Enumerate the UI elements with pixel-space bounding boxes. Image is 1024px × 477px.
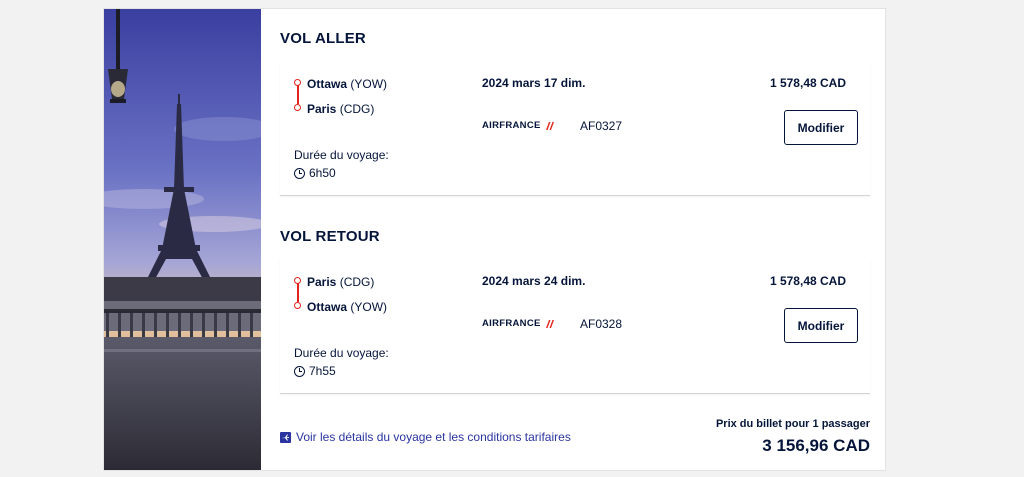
return-modify-button[interactable]: Modifier xyxy=(784,308,858,343)
outbound-duration: 6h50 xyxy=(294,166,336,180)
outbound-price: 1 578,48 CAD xyxy=(769,76,846,90)
trip-summary-card: VOL ALLER Ottawa (YOW) Paris (CDG) 2024 … xyxy=(103,8,886,471)
total-price-label: Prix du billet pour 1 passager xyxy=(715,418,870,430)
return-title: VOL RETOUR xyxy=(280,228,380,245)
clock-icon xyxy=(294,167,305,179)
return-airline: AIRFRANCE xyxy=(482,318,554,329)
return-duration-label: Durée du voyage: xyxy=(294,346,389,360)
total-price: 3 156,96 CAD xyxy=(762,436,870,455)
return-price: 1 578,48 CAD xyxy=(769,274,846,288)
outbound-origin: Ottawa (YOW) xyxy=(307,77,388,91)
return-date: 2024 mars 24 dim. xyxy=(482,274,586,288)
plane-info-icon xyxy=(280,431,291,443)
trip-details-link[interactable]: Voir les détails du voyage et les condit… xyxy=(280,430,571,444)
return-route: Paris (CDG) Ottawa (YOW) xyxy=(294,275,464,325)
clock-icon xyxy=(294,365,305,377)
outbound-airline: AIRFRANCE xyxy=(482,120,554,131)
outbound-duration-label: Durée du voyage: xyxy=(294,148,389,162)
flight-details: VOL ALLER Ottawa (YOW) Paris (CDG) 2024 … xyxy=(280,9,870,470)
route-line xyxy=(297,85,299,104)
airfrance-logo-icon: AIRFRANCE xyxy=(482,120,541,131)
outbound-date: 2024 mars 17 dim. xyxy=(482,76,586,90)
route-destination-icon xyxy=(294,104,301,111)
outbound-modify-button[interactable]: Modifier xyxy=(784,110,858,145)
outbound-duration-value: 6h50 xyxy=(309,166,336,180)
outbound-destination: Paris (CDG) xyxy=(307,102,375,116)
outbound-route: Ottawa (YOW) Paris (CDG) xyxy=(294,77,464,127)
return-origin: Paris (CDG) xyxy=(307,275,375,289)
route-line xyxy=(297,283,299,302)
outbound-title: VOL ALLER xyxy=(280,30,366,47)
airfrance-logo-icon: AIRFRANCE xyxy=(482,318,541,329)
return-flight-box: Paris (CDG) Ottawa (YOW) 2024 mars 24 di… xyxy=(280,259,870,394)
outbound-flight-number: AF0327 xyxy=(580,119,623,133)
airfrance-stripes-icon xyxy=(545,121,554,130)
return-duration-value: 7h55 xyxy=(309,364,336,378)
return-flight-number: AF0328 xyxy=(580,317,623,331)
outbound-flight-box: Ottawa (YOW) Paris (CDG) 2024 mars 17 di… xyxy=(280,61,870,196)
paris-eiffel-tower-image xyxy=(104,9,261,470)
return-duration: 7h55 xyxy=(294,364,336,378)
airfrance-stripes-icon xyxy=(545,319,554,328)
route-destination-icon xyxy=(294,302,301,309)
trip-details-link-label: Voir les détails du voyage et les condit… xyxy=(296,430,571,444)
return-destination: Ottawa (YOW) xyxy=(307,300,388,314)
